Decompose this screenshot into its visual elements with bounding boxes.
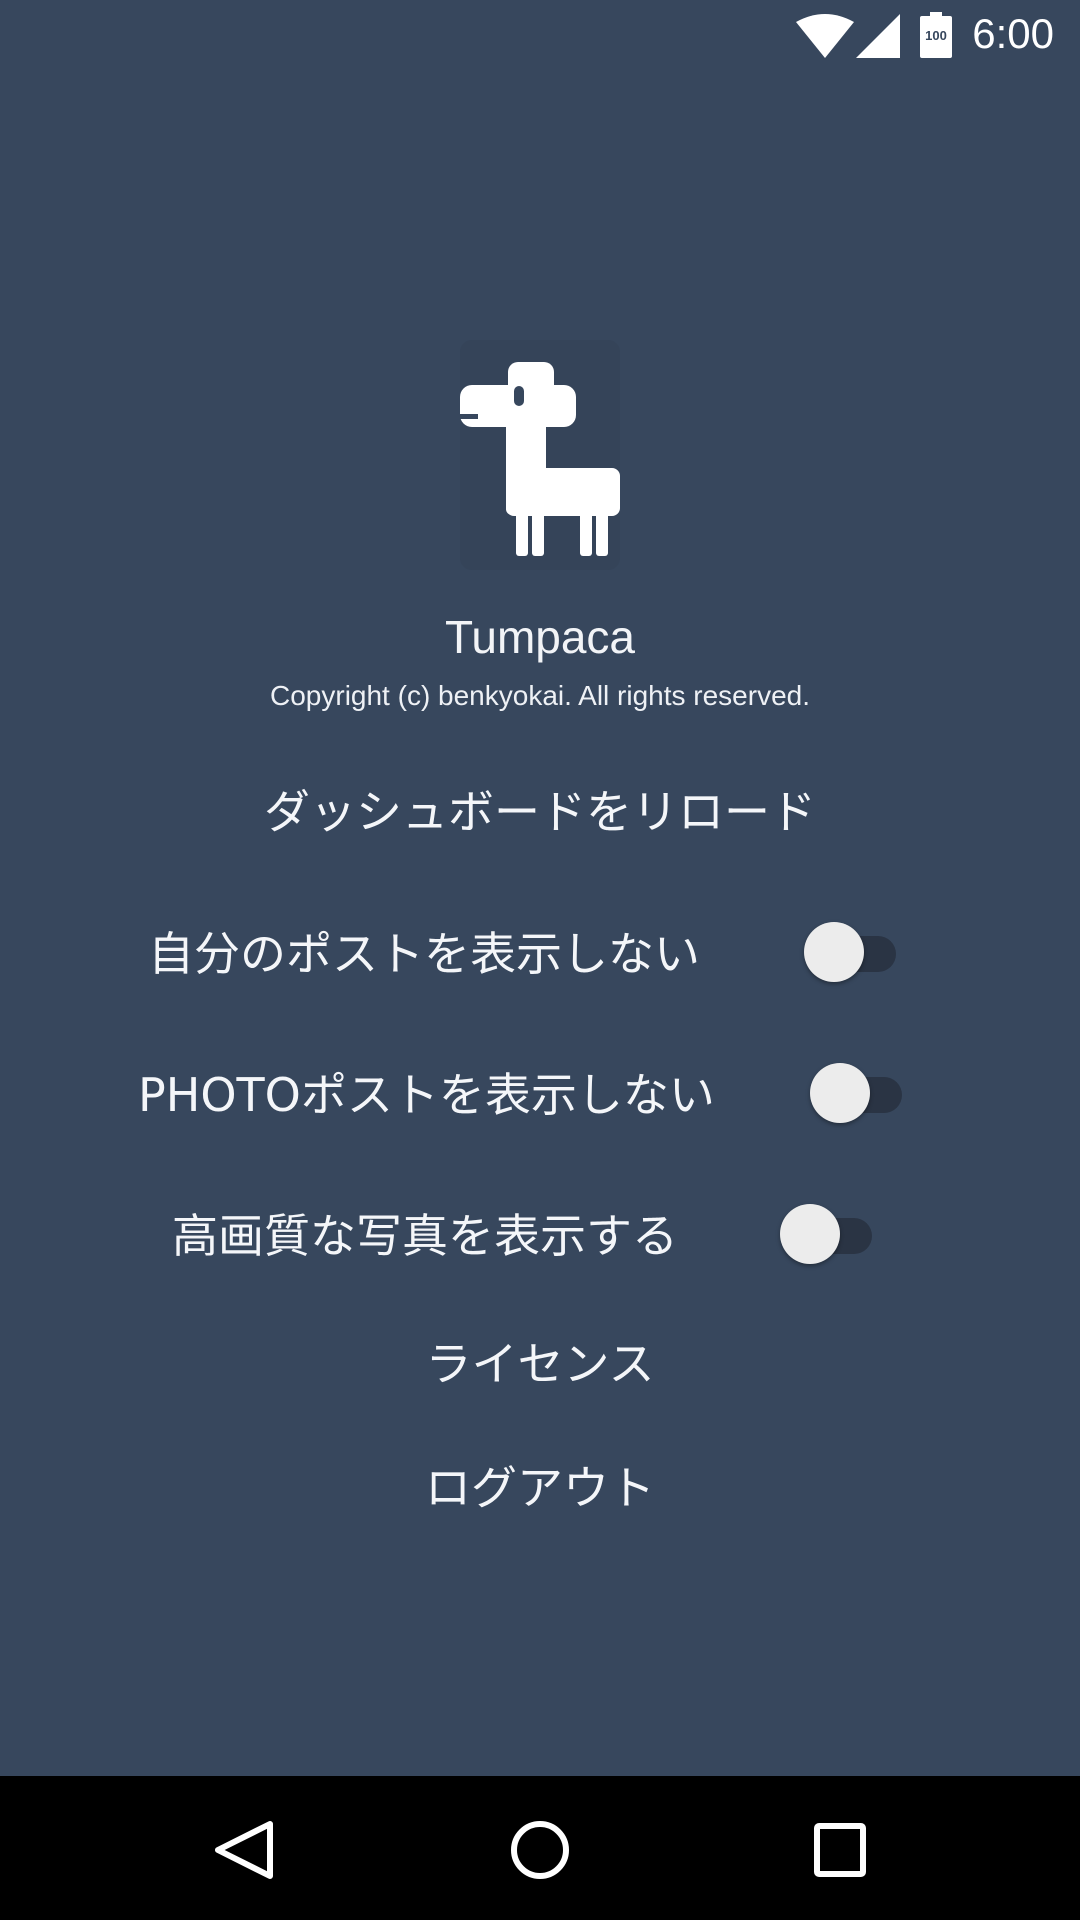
license-button[interactable]: ライセンス bbox=[0, 1328, 1080, 1394]
navigation-bar bbox=[0, 1776, 1080, 1920]
toggle-row-high-quality-photos: 高画質な写真を表示する bbox=[0, 1190, 1080, 1270]
hide-photo-posts-switch[interactable] bbox=[810, 1061, 910, 1123]
battery-icon: 100 bbox=[920, 12, 952, 58]
app-name: Tumpaca bbox=[444, 611, 636, 663]
high-quality-photos-switch[interactable] bbox=[780, 1202, 880, 1264]
wifi-icon bbox=[796, 14, 854, 58]
cell-signal-icon bbox=[856, 14, 900, 58]
back-icon[interactable] bbox=[200, 1818, 280, 1882]
llama-logo-icon bbox=[460, 340, 620, 570]
recents-icon[interactable] bbox=[800, 1818, 880, 1882]
switch-thumb bbox=[810, 1063, 870, 1123]
battery-level: 100 bbox=[925, 28, 947, 43]
toggle-row-hide-own-posts: 自分のポストを表示しない bbox=[0, 908, 1080, 988]
home-icon[interactable] bbox=[500, 1818, 580, 1882]
reload-dashboard-button[interactable]: ダッシュボードをリロード bbox=[0, 776, 1080, 842]
copyright-text: Copyright (c) benkyokai. All rights rese… bbox=[270, 680, 810, 711]
status-bar: 100 6:00 bbox=[0, 0, 1080, 72]
hide-own-posts-switch[interactable] bbox=[804, 920, 904, 982]
toggle-label-hide-photo-posts: PHOTOポストを表示しない bbox=[138, 1068, 715, 1122]
switch-thumb bbox=[780, 1204, 840, 1264]
toggle-row-hide-photo-posts: PHOTOポストを表示しない bbox=[0, 1049, 1080, 1129]
switch-thumb bbox=[804, 922, 864, 982]
status-time: 6:00 bbox=[972, 10, 1054, 57]
toggle-label-high-quality-photos: 高画質な写真を表示する bbox=[172, 1209, 678, 1263]
toggle-label-hide-own-posts: 自分のポストを表示しない bbox=[148, 927, 700, 981]
logout-button[interactable]: ログアウト bbox=[0, 1452, 1080, 1518]
